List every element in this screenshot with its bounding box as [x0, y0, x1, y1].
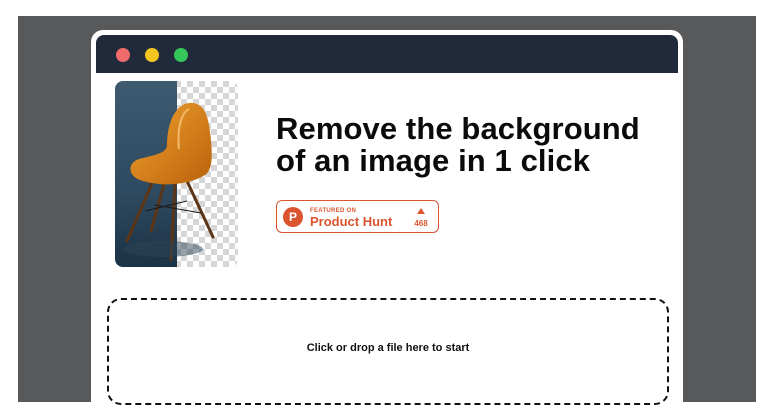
- page-title: Remove the background of an image in 1 c…: [276, 113, 676, 177]
- dropzone-label: Click or drop a file here to start: [306, 342, 470, 354]
- close-dot-icon[interactable]: [116, 48, 130, 62]
- hero-chair-image: [115, 81, 238, 267]
- headline-line-1: Remove the background: [276, 111, 640, 146]
- product-hunt-name: Product Hunt: [310, 214, 393, 229]
- page-content: Remove the background of an image in 1 c…: [96, 73, 678, 418]
- maximize-dot-icon[interactable]: [174, 48, 188, 62]
- minimize-dot-icon[interactable]: [145, 48, 159, 62]
- product-hunt-logo-icon: P: [283, 207, 303, 227]
- browser-window: Remove the background of an image in 1 c…: [93, 32, 681, 418]
- upvote-count: 468: [414, 219, 428, 228]
- product-hunt-badge[interactable]: P FEATURED ON Product Hunt 468: [276, 200, 439, 233]
- window-titlebar: [96, 35, 678, 73]
- file-dropzone[interactable]: Click or drop a file here to start: [107, 298, 669, 405]
- headline-line-2: of an image in 1 click: [276, 143, 591, 178]
- upvote-arrow-icon: [417, 208, 425, 214]
